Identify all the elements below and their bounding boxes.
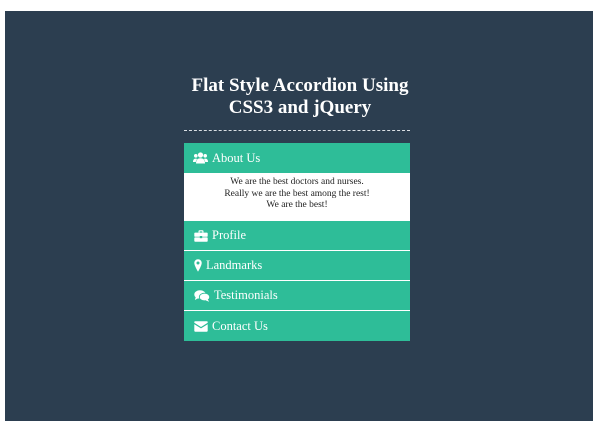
accordion-header-profile[interactable]: Profile [184,221,410,251]
page-title: Flat Style Accordion Using CSS3 and jQue… [0,75,600,119]
accordion-label-contact-us: Contact Us [212,318,268,333]
accordion: About Us We are the best doctors and nur… [184,143,410,341]
accordion-header-landmarks[interactable]: Landmarks [184,251,410,281]
envelope-icon [193,319,208,333]
panel-text-line: We are the best! [266,200,328,210]
users-icon [193,151,208,165]
map-marker-icon [193,259,202,273]
page-title-line-1: Flat Style Accordion Using [191,75,409,96]
accordion-header-contact-us[interactable]: Contact Us [184,311,410,341]
panel-text-line: Really we are the best among the rest! [224,188,370,199]
title-divider [184,130,410,131]
briefcase-icon [193,229,208,243]
page-title-line-2: CSS3 and jQuery [228,97,372,118]
accordion-panel-about-us: We are the best doctors and nurses. Real… [184,173,410,221]
comments-icon [193,289,210,303]
panel-text-line: We are the best doctors and nurses. [230,177,364,187]
accordion-label-landmarks: Landmarks [206,258,263,272]
accordion-header-testimonials[interactable]: Testimonials [184,281,410,311]
accordion-label-testimonials: Testimonials [214,288,278,302]
accordion-label-about-us: About Us [212,150,261,165]
accordion-header-about-us[interactable]: About Us [184,143,410,173]
accordion-label-profile: Profile [212,228,247,242]
